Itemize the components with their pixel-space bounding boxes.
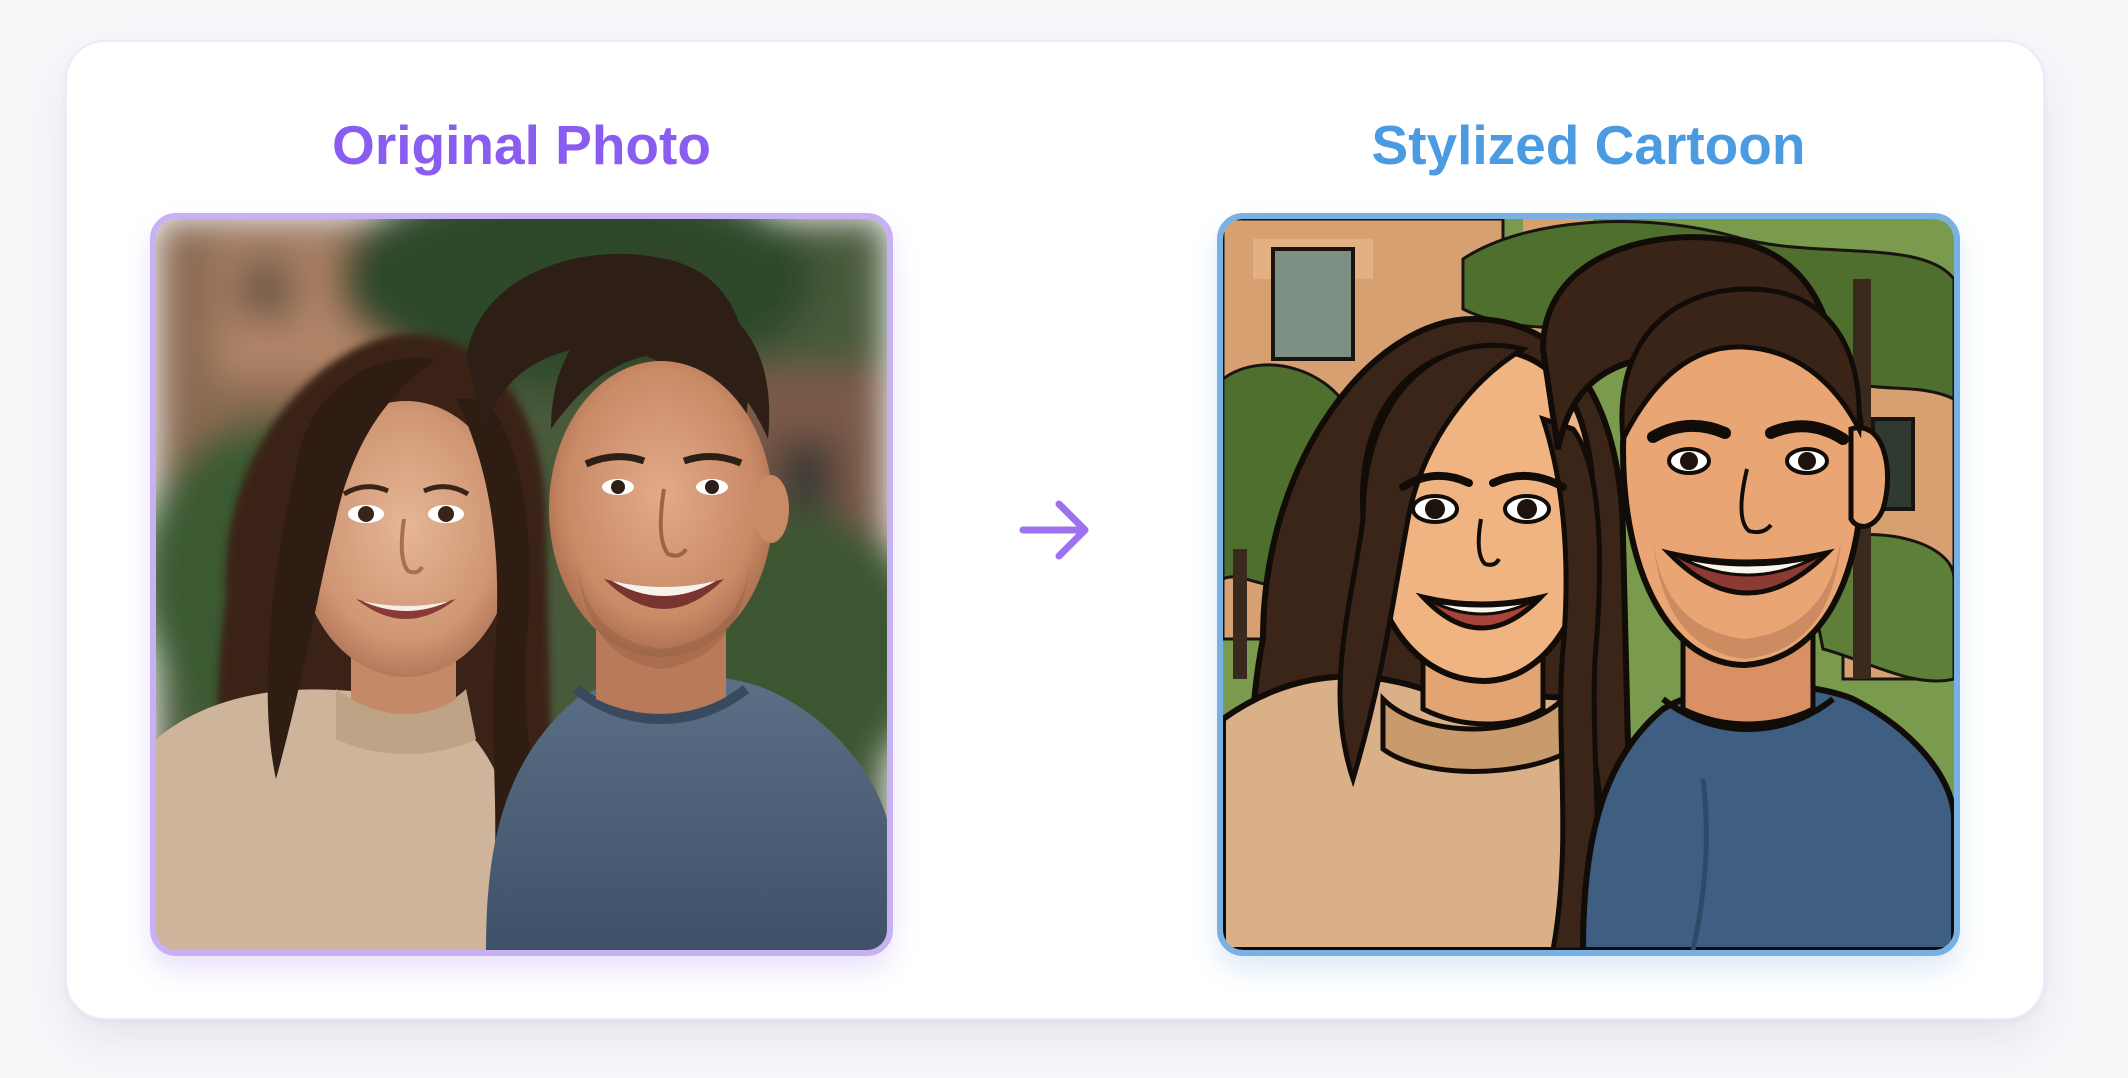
stylized-cartoon-frame xyxy=(1217,213,1960,956)
arrow-right-icon xyxy=(1015,490,1095,570)
original-photo-image xyxy=(156,219,887,950)
stylized-cartoon-image xyxy=(1223,219,1954,950)
original-photo-title: Original Photo xyxy=(332,114,711,176)
stylized-cartoon-title: Stylized Cartoon xyxy=(1371,114,1806,176)
original-photo-frame xyxy=(150,213,893,956)
